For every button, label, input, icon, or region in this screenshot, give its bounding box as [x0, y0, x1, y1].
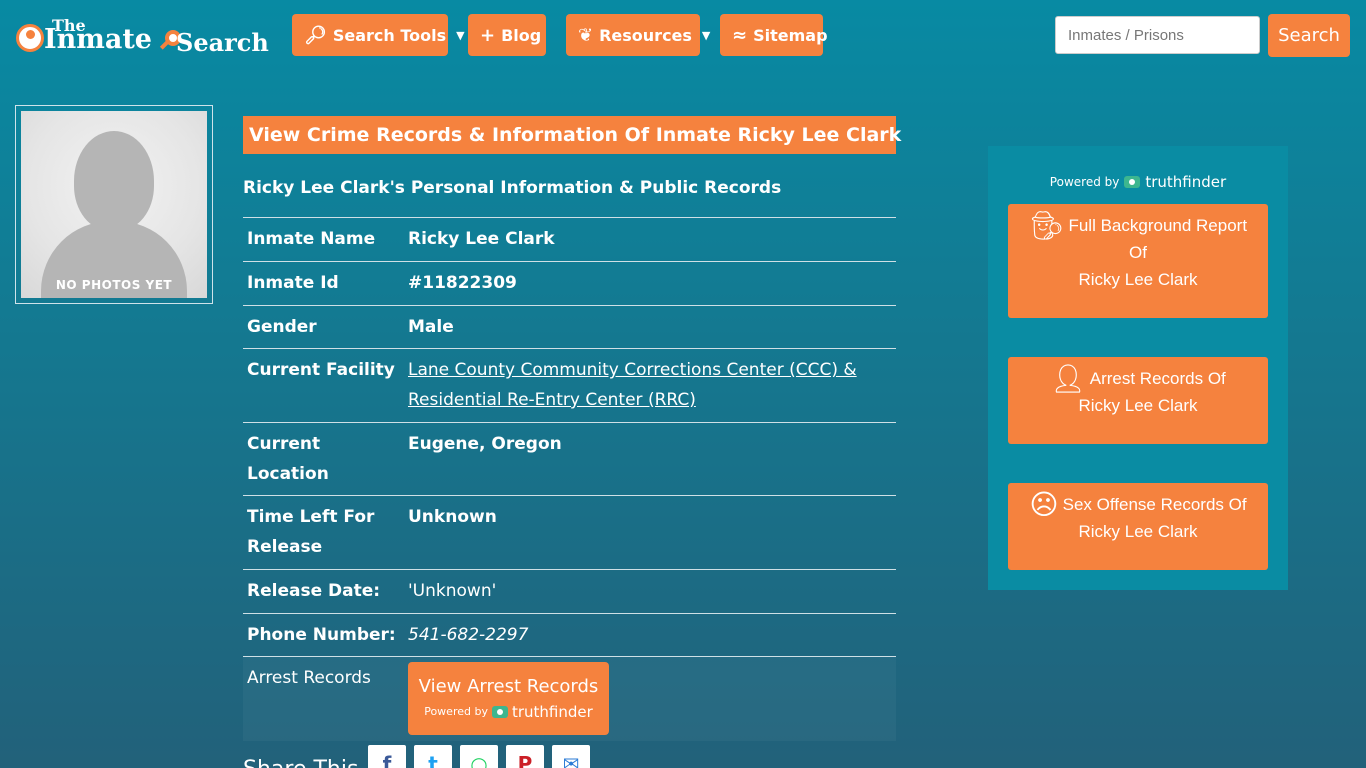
bg-report-line3: Ricky Lee Clark	[1078, 270, 1198, 289]
sex-offense-line2: Ricky Lee Clark	[1078, 522, 1198, 541]
blog-link[interactable]: + Blog	[468, 14, 546, 56]
row-label: Inmate Id	[243, 260, 404, 305]
leaf-icon: ❦	[578, 24, 594, 46]
search-tools-menu[interactable]: 🔎︎ Search Tools ▼	[292, 14, 465, 56]
search-button[interactable]: Search	[1268, 14, 1350, 57]
table-row: Phone Number: 541-682-2297	[243, 612, 896, 657]
facility-link[interactable]: Lane County Community Corrections Center…	[408, 360, 857, 410]
rss-icon: ≈	[732, 24, 748, 46]
location-value: Eugene, Oregon	[404, 421, 896, 496]
arrest-line2: Ricky Lee Clark	[1078, 396, 1198, 415]
spy-icon: 🕵︎	[1028, 210, 1065, 241]
arrest-line1: Arrest Records Of	[1089, 369, 1226, 388]
twitter-icon[interactable]: t	[414, 745, 452, 768]
powered-by-label: Powered by	[1049, 175, 1120, 189]
truthfinder-brand: truthfinder	[511, 702, 593, 721]
table-row: Gender Male	[243, 304, 896, 349]
table-row: Arrest Records View Arrest Records Power…	[243, 656, 896, 742]
table-row: Time Left For Release Unknown	[243, 495, 896, 570]
truthfinder-icon	[491, 706, 508, 719]
angry-face-icon: ☹	[1029, 489, 1059, 520]
sex-offense-line1: Sex Offense Records Of	[1062, 495, 1247, 514]
blog-icon: +	[480, 24, 496, 46]
user-lock-icon: 👤︎	[1050, 363, 1086, 394]
silhouette-head	[74, 131, 154, 231]
background-report-button[interactable]: 🕵︎ Full Background Report Of Ricky Lee Cl…	[1008, 204, 1268, 318]
inmate-name-value: Ricky Lee Clark	[404, 217, 896, 262]
release-date-value: 'Unknown'	[404, 568, 896, 613]
view-arrest-records-button[interactable]: View Arrest Records Powered by truthfind…	[408, 662, 609, 736]
bg-report-line1: Full Background Report	[1068, 216, 1248, 235]
facility-cell: Lane County Community Corrections Center…	[404, 348, 896, 423]
search-icon: 🔎︎	[304, 24, 327, 46]
row-label: Release Date:	[243, 568, 404, 613]
share-bar: Share This f t ○ P ✉	[243, 745, 598, 768]
arrest-cell: View Arrest Records Powered by truthfind…	[404, 656, 896, 742]
gender-value: Male	[404, 304, 896, 349]
powered-by-label: Powered by	[424, 705, 488, 719]
table-row: Current Facility Lane County Community C…	[243, 348, 896, 423]
truthfinder-brand: truthfinder	[1145, 173, 1227, 191]
sex-offense-records-button[interactable]: ☹ Sex Offense Records Of Ricky Lee Clark	[1008, 483, 1268, 570]
row-label: Current Location	[243, 421, 404, 496]
resources-label: Resources	[599, 25, 692, 45]
logo-search: Search	[176, 28, 269, 57]
facebook-icon[interactable]: f	[368, 745, 406, 768]
row-label: Current Facility	[243, 348, 404, 423]
table-row: Release Date: 'Unknown'	[243, 568, 896, 613]
inmate-photo: NO PHOTOS YET	[21, 111, 207, 298]
sidebar-powered-by: Powered by truthfinder	[988, 173, 1288, 191]
powered-by: Powered by truthfinder	[424, 703, 593, 723]
table-row: Inmate Id #11822309	[243, 260, 896, 305]
resources-menu[interactable]: ❦ Resources ▼	[566, 14, 710, 56]
row-label: Time Left For Release	[243, 495, 404, 570]
row-label: Phone Number:	[243, 612, 404, 657]
phone-value: 541-682-2297	[404, 612, 896, 657]
bg-report-line2: Of	[1129, 243, 1147, 262]
logo-inmate: Inmate	[44, 24, 152, 55]
whatsapp-icon[interactable]: ○	[460, 745, 498, 768]
section-title: Ricky Lee Clark's Personal Information &…	[243, 178, 782, 198]
email-icon[interactable]: ✉	[552, 745, 590, 768]
pinterest-icon[interactable]: P	[506, 745, 544, 768]
blog-label: Blog	[501, 25, 542, 45]
inmate-photo-frame: NO PHOTOS YET	[15, 105, 213, 304]
arrest-records-button[interactable]: 👤︎ Arrest Records Of Ricky Lee Clark	[1008, 357, 1268, 444]
table-row: Inmate Name Ricky Lee Clark	[243, 217, 896, 262]
table-row: Current Location Eugene, Oregon	[243, 421, 896, 496]
truthfinder-icon	[1124, 176, 1141, 188]
inmate-id-value: #11822309	[404, 260, 896, 305]
search-tools-label: Search Tools	[332, 25, 447, 45]
site-logo[interactable]: The Inmate Search	[16, 16, 269, 58]
sitemap-link[interactable]: ≈ Sitemap	[720, 14, 828, 56]
view-arrest-label: View Arrest Records	[418, 676, 599, 698]
sidebar: Powered by truthfinder 🕵︎ Full Background…	[988, 146, 1288, 590]
row-label: Inmate Name	[243, 217, 404, 262]
row-label: Gender	[243, 304, 404, 349]
records-table: Inmate Name Ricky Lee Clark Inmate Id #1…	[243, 217, 896, 742]
caret-down-icon: ▼	[456, 28, 465, 42]
share-label: Share This	[243, 757, 368, 768]
caret-down-icon: ▼	[701, 28, 711, 42]
search-input[interactable]	[1055, 16, 1260, 54]
row-label: Arrest Records	[243, 656, 404, 742]
person-icon	[16, 24, 44, 52]
photo-caption: NO PHOTOS YET	[55, 278, 173, 292]
sitemap-label: Sitemap	[753, 25, 828, 45]
page-title: View Crime Records & Information Of Inma…	[243, 116, 901, 154]
time-left-value: Unknown	[404, 495, 896, 570]
